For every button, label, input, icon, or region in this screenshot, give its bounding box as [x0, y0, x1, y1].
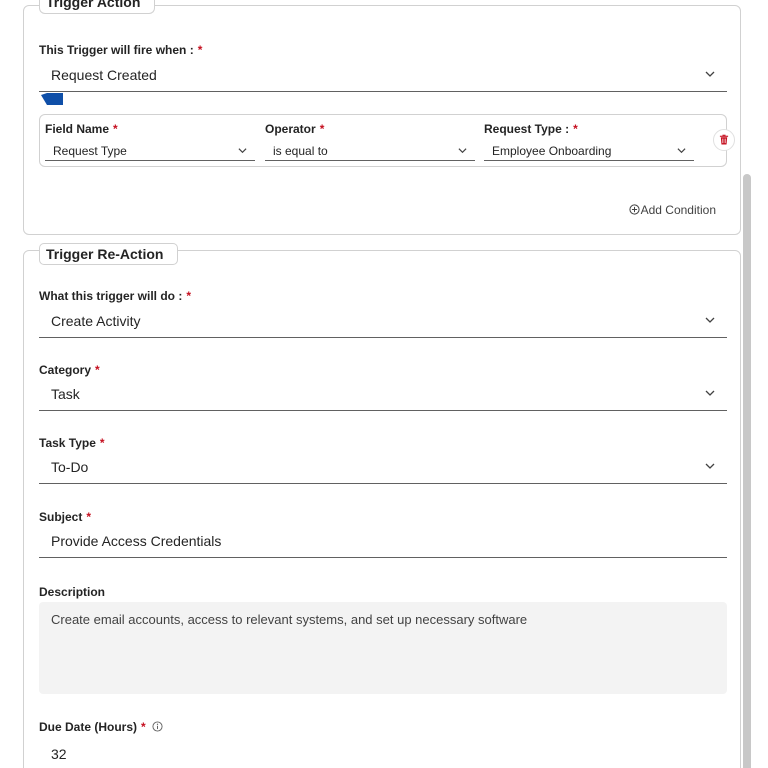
field-name-value: Request Type: [53, 144, 127, 158]
category-label: Category *: [39, 363, 100, 377]
trigger-reaction-legend: Trigger Re-Action: [39, 243, 179, 265]
due-date-label: Due Date (Hours) *: [39, 720, 163, 734]
delete-condition-button[interactable]: [713, 129, 735, 151]
operator-select[interactable]: is equal to: [265, 141, 475, 161]
description-textarea[interactable]: Create email accounts, access to relevan…: [39, 602, 727, 694]
chevron-down-icon: [705, 390, 715, 396]
info-icon[interactable]: [152, 721, 163, 732]
add-circle-icon: [629, 204, 640, 215]
request-type-label: Request Type : *: [484, 122, 578, 136]
subject-value: Provide Access Credentials: [51, 533, 222, 549]
request-type-value: Employee Onboarding: [492, 144, 612, 158]
category-select[interactable]: Task: [39, 377, 727, 411]
add-condition-label: Add Condition: [640, 203, 716, 217]
subject-input[interactable]: Provide Access Credentials: [39, 524, 727, 558]
blue-marker-icon: [41, 93, 63, 105]
trigger-action-section: Trigger Action This Trigger will fire wh…: [23, 0, 741, 235]
trigger-action-legend: Trigger Action: [39, 0, 156, 14]
description-value: Create email accounts, access to relevan…: [51, 612, 528, 627]
chevron-down-icon: [705, 317, 715, 323]
task-type-select[interactable]: To-Do: [39, 450, 727, 484]
chevron-down-icon: [705, 463, 715, 469]
chevron-down-icon: [458, 148, 467, 154]
scrollbar-thumb[interactable]: [743, 174, 751, 768]
chevron-down-icon: [677, 148, 686, 154]
field-name-label: Field Name *: [45, 122, 118, 136]
request-type-select[interactable]: Employee Onboarding: [484, 141, 694, 161]
add-condition-button[interactable]: Add Condition: [629, 203, 716, 217]
field-name-select[interactable]: Request Type: [45, 141, 255, 161]
description-label: Description: [39, 585, 106, 599]
due-date-input[interactable]: 32: [39, 737, 727, 768]
subject-label: Subject *: [39, 510, 92, 524]
chevron-down-icon: [705, 71, 715, 77]
trash-icon: [719, 134, 729, 145]
operator-value: is equal to: [273, 144, 328, 158]
trigger-reaction-section: Trigger Re-Action What this trigger will…: [23, 243, 741, 768]
what-trigger-value: Create Activity: [51, 313, 141, 329]
condition-row: Field Name * Request Type Operator * is eq…: [39, 114, 727, 167]
what-trigger-label: What this trigger will do : *: [39, 289, 191, 303]
chevron-down-icon: [238, 148, 247, 154]
fire-when-label: This Trigger will fire when : *: [39, 43, 203, 57]
fire-when-value: Request Created: [51, 67, 157, 83]
operator-label: Operator *: [265, 122, 325, 136]
category-value: Task: [51, 386, 80, 402]
task-type-value: To-Do: [51, 459, 89, 475]
due-date-value: 32: [51, 746, 67, 762]
task-type-label: Task Type *: [39, 436, 105, 450]
fire-when-select[interactable]: Request Created: [39, 58, 727, 92]
what-trigger-select[interactable]: Create Activity: [39, 304, 727, 338]
